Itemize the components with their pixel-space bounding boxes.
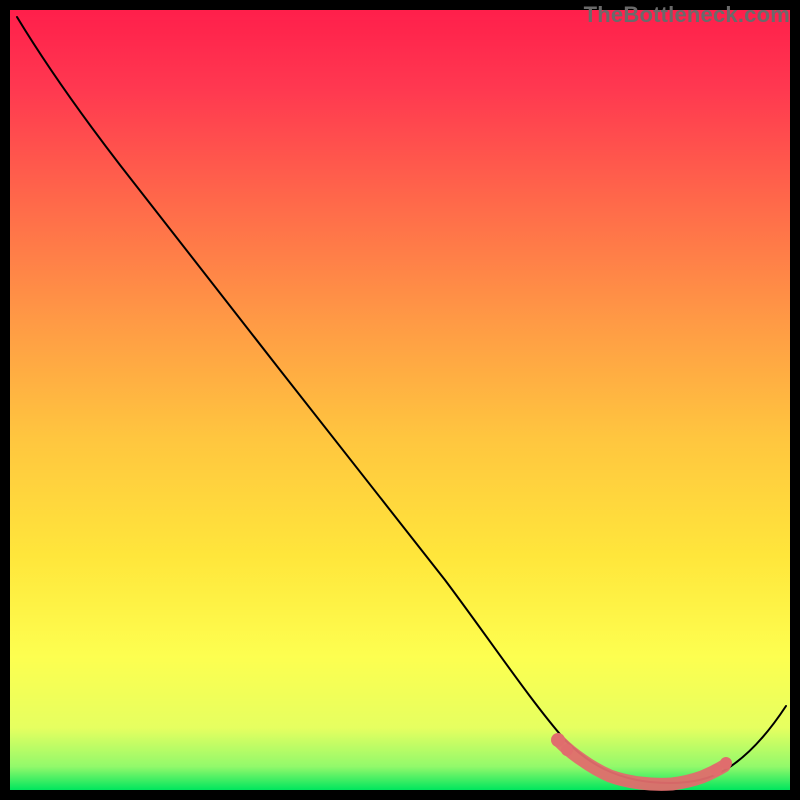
highlight-dot	[551, 733, 565, 747]
plot-svg	[0, 0, 800, 800]
highlight-dot	[720, 757, 732, 769]
highlight-dot	[710, 764, 722, 776]
chart-stage: TheBottleneck.com	[0, 0, 800, 800]
plot-background	[10, 10, 790, 790]
highlight-dot	[561, 744, 573, 756]
watermark-text: TheBottleneck.com	[584, 2, 790, 28]
